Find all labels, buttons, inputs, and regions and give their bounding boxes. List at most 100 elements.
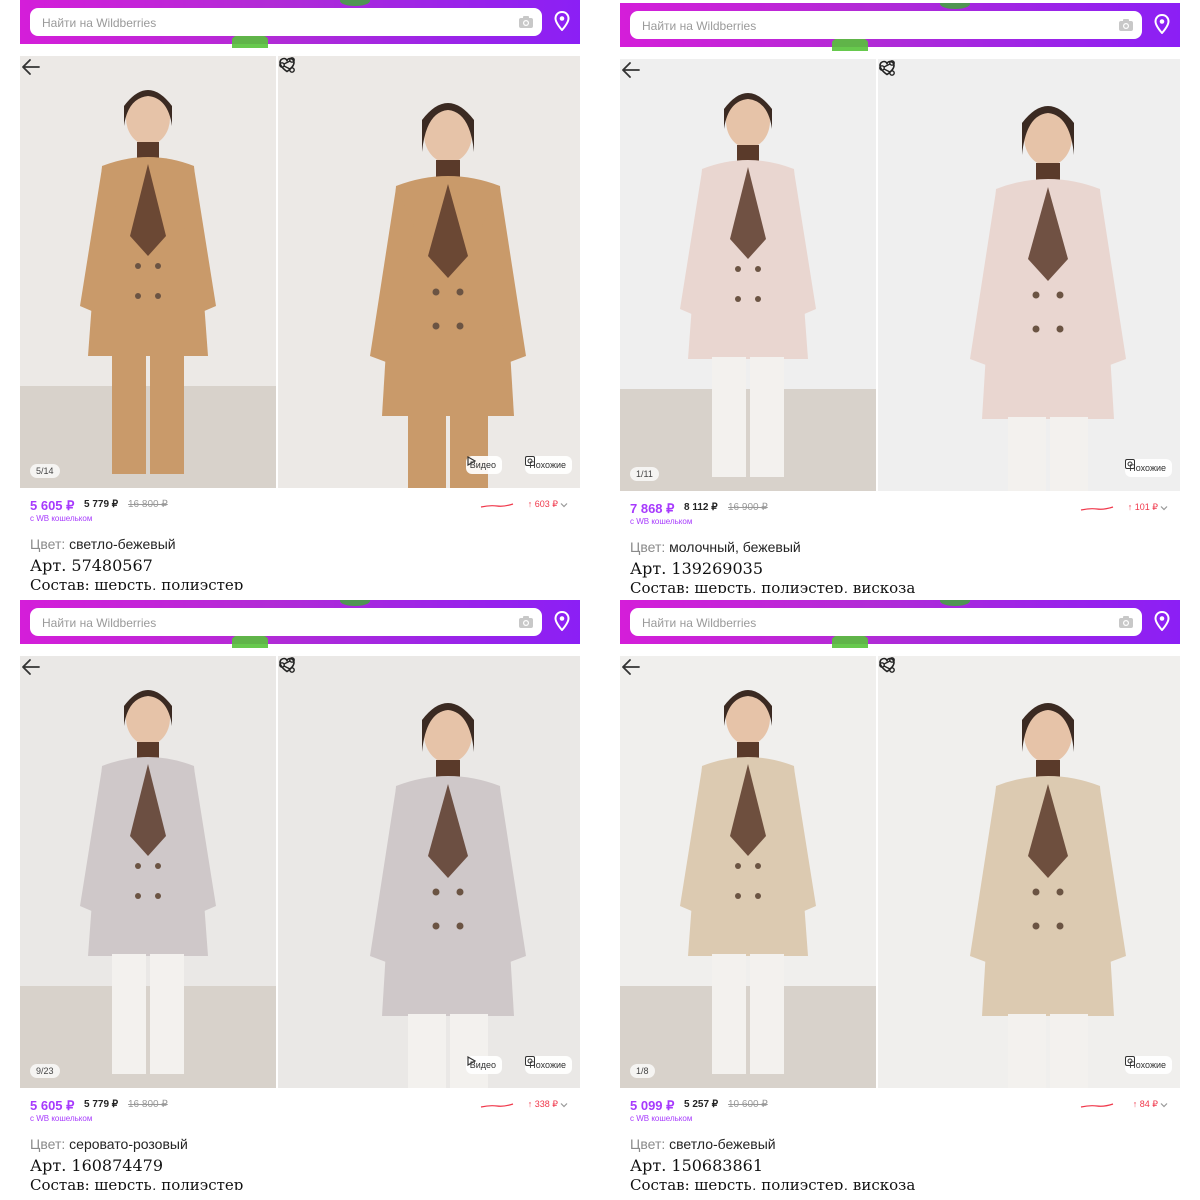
color-value: серовато-розовый [69, 1136, 188, 1152]
search-bar [620, 3, 1180, 51]
chevron-down-icon[interactable] [560, 1101, 568, 1109]
price-trend-chart-icon[interactable] [480, 502, 514, 510]
model-photo-illustration [620, 59, 876, 491]
article-number: Арт. 139269035 [630, 559, 763, 578]
search-box[interactable] [30, 8, 542, 38]
photo-counter: 1/8 [630, 1064, 655, 1078]
photo-counter: 1/11 [630, 467, 659, 481]
model-photo-illustration [20, 656, 276, 1088]
wallet-note: с WB кошельком [30, 514, 93, 523]
price-row: 5 605 ₽ 5 779 ₽ 16 800 ₽ ↑ 603 ₽ [30, 498, 570, 514]
composition: Состав: шерсть, полиэстер [30, 1176, 244, 1190]
color-label: Цвет: [30, 536, 70, 552]
composition: Состав: шерсть, полиэстер [30, 576, 244, 590]
article-number: Арт. 57480567 [30, 556, 153, 575]
similar-button[interactable]: Похожие [1125, 1056, 1172, 1074]
search-input[interactable] [40, 608, 504, 638]
search-input[interactable] [40, 8, 504, 38]
share-icon[interactable] [278, 656, 296, 674]
location-pin-icon[interactable] [554, 611, 570, 631]
chevron-down-icon[interactable] [560, 501, 568, 509]
composition: Состав: шерсть, полиэстер, вискоза [630, 1176, 916, 1190]
price-row: 7 868 ₽ 8 112 ₽ 16 900 ₽ ↑ 101 ₽ [630, 501, 1170, 517]
back-arrow-icon[interactable] [20, 656, 42, 678]
video-button[interactable]: Видео [465, 1056, 502, 1074]
search-box[interactable] [630, 608, 1142, 638]
location-pin-icon[interactable] [554, 11, 570, 31]
model-photo-illustration [278, 56, 580, 488]
camera-icon[interactable] [518, 614, 534, 630]
back-arrow-icon[interactable] [620, 656, 642, 678]
similar-search-icon [525, 1056, 536, 1066]
product-photo-main[interactable]: 9/23 [20, 656, 276, 1088]
search-box[interactable] [630, 11, 1142, 41]
composition: Состав: шерсть, полиэстер, вискоза [630, 579, 916, 593]
color-value: молочный, бежевый [669, 539, 801, 555]
similar-button[interactable]: Похожие [1125, 459, 1172, 477]
color-label: Цвет: [630, 1136, 670, 1152]
price-trend-chart-icon[interactable] [1080, 505, 1114, 513]
price-without-wallet: 5 779 ₽ [84, 1099, 119, 1110]
photo-counter: 5/14 [30, 464, 60, 478]
product-screenshot-4: 1/8 Пох [620, 600, 1180, 1190]
search-input[interactable] [640, 608, 1104, 638]
product-photo-main[interactable]: 5/14 [20, 56, 276, 488]
article-number: Арт. 160874479 [30, 1156, 163, 1175]
color-label: Цвет: [30, 1136, 70, 1152]
wallet-note: с WB кошельком [630, 1114, 693, 1123]
color-line: Цвет: светло-бежевый [630, 1136, 776, 1152]
product-screenshot-2: 1/11 По [620, 3, 1180, 593]
color-line: Цвет: светло-бежевый [30, 536, 176, 552]
price-trend-chart-icon[interactable] [480, 1102, 514, 1110]
price-old: 10 600 ₽ [728, 1099, 768, 1110]
similar-search-icon [1125, 1056, 1136, 1066]
share-icon[interactable] [878, 656, 896, 674]
product-screenshot-1: 5/14 Видео [20, 0, 580, 590]
location-pin-icon[interactable] [1154, 14, 1170, 34]
share-icon[interactable] [878, 59, 896, 77]
play-icon [467, 1056, 476, 1066]
product-photo-secondary[interactable]: Видео Похожие [278, 656, 580, 1088]
article-number: Арт. 150683861 [630, 1156, 763, 1175]
chevron-down-icon[interactable] [1160, 504, 1168, 512]
share-icon[interactable] [278, 56, 296, 74]
product-photo-main[interactable]: 1/8 [620, 656, 876, 1088]
color-line: Цвет: серовато-розовый [30, 1136, 188, 1152]
product-screenshot-3: 9/23 Видео [20, 600, 580, 1190]
similar-button[interactable]: Похожие [525, 1056, 572, 1074]
price-current: 5 605 ₽ [30, 498, 75, 513]
model-photo-illustration [620, 656, 876, 1088]
chevron-down-icon[interactable] [1160, 1101, 1168, 1109]
back-arrow-icon[interactable] [620, 59, 642, 81]
decoration [340, 600, 370, 606]
price-old: 16 900 ₽ [728, 502, 768, 513]
product-photo-secondary[interactable]: Похожие [878, 59, 1180, 491]
search-input[interactable] [640, 11, 1104, 41]
photo-counter: 9/23 [30, 1064, 60, 1078]
model-photo-illustration [878, 59, 1180, 491]
product-photo-main[interactable]: 1/11 [620, 59, 876, 491]
price-trend-value[interactable]: ↑ 338 ₽ [528, 1099, 558, 1110]
product-photo-secondary[interactable]: Похожие [878, 656, 1180, 1088]
color-line: Цвет: молочный, бежевый [630, 539, 801, 555]
camera-icon[interactable] [1118, 17, 1134, 33]
model-photo-illustration [878, 656, 1180, 1088]
video-button[interactable]: Видео [465, 456, 502, 474]
back-arrow-icon[interactable] [20, 56, 42, 78]
price-row: 5 099 ₽ 5 257 ₽ 10 600 ₽ ↑ 84 ₽ [630, 1098, 1170, 1114]
search-box[interactable] [30, 608, 542, 638]
price-trend-chart-icon[interactable] [1080, 1102, 1114, 1110]
decoration [940, 600, 970, 606]
search-bar [620, 600, 1180, 648]
similar-button[interactable]: Похожие [525, 456, 572, 474]
camera-icon[interactable] [518, 14, 534, 30]
price-trend-value[interactable]: ↑ 603 ₽ [528, 499, 558, 510]
price-trend-value[interactable]: ↑ 84 ₽ [1133, 1099, 1158, 1110]
price-trend-value[interactable]: ↑ 101 ₽ [1128, 502, 1158, 513]
price-without-wallet: 8 112 ₽ [684, 502, 718, 513]
camera-icon[interactable] [1118, 614, 1134, 630]
location-pin-icon[interactable] [1154, 611, 1170, 631]
product-photo-secondary[interactable]: Видео Похожие [278, 56, 580, 488]
price-row: 5 605 ₽ 5 779 ₽ 16 800 ₽ ↑ 338 ₽ [30, 1098, 570, 1114]
price-old: 16 800 ₽ [128, 499, 168, 510]
